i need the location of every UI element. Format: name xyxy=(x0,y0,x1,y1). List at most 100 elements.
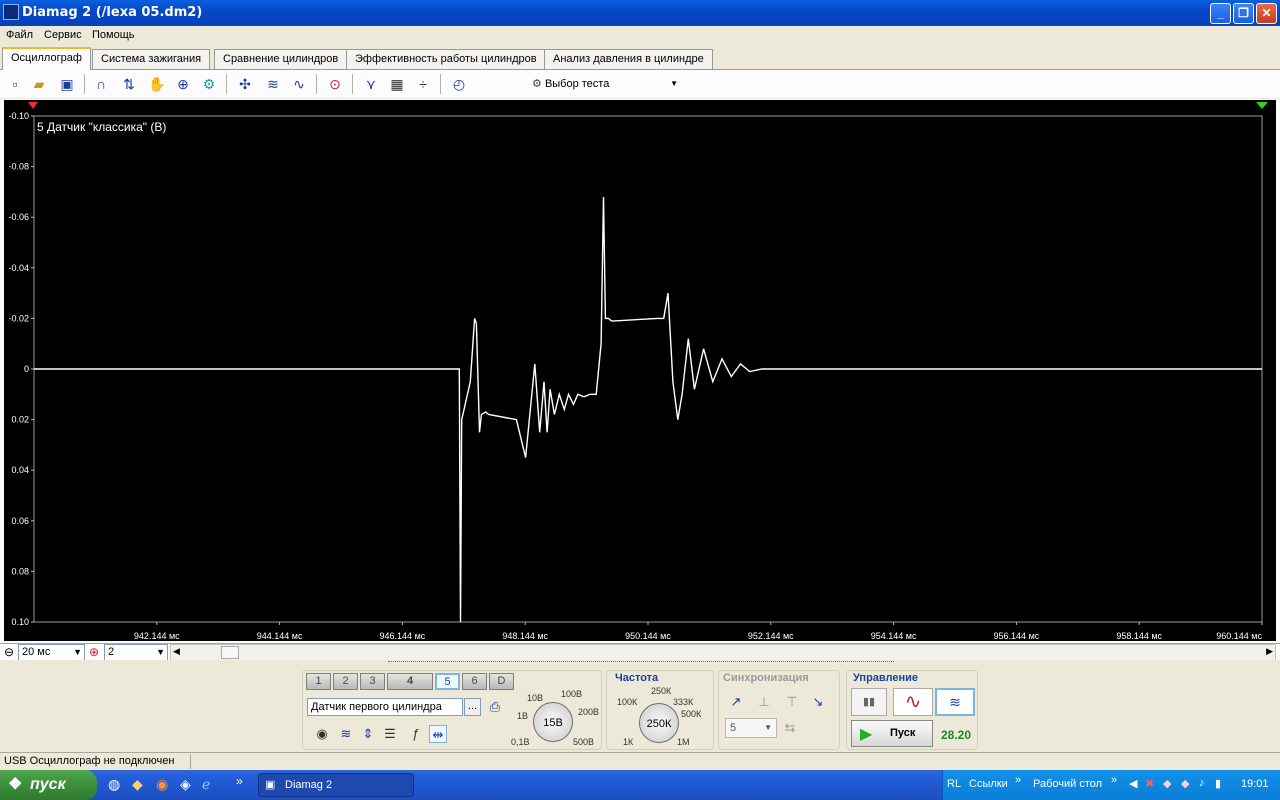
quicklaunch-icon[interactable]: ◆ xyxy=(132,776,143,793)
tray-icon[interactable]: ◆ xyxy=(1181,777,1189,790)
eye-icon[interactable]: ◉ xyxy=(313,725,331,743)
sensor-print-icon[interactable]: ⎙ xyxy=(486,698,504,716)
hand-icon[interactable]: ✋ xyxy=(146,73,168,95)
chevron-right-icon[interactable]: » xyxy=(1111,774,1117,786)
channel-button-6[interactable]: 6 xyxy=(462,673,487,690)
quicklaunch-icon[interactable]: ◈ xyxy=(180,776,191,793)
gear-icon: ⚙ xyxy=(532,78,542,90)
waves-icon[interactable]: ≋ xyxy=(262,73,284,95)
scroll-right-icon[interactable]: ▶ xyxy=(1266,646,1273,657)
scroll-left-icon[interactable]: ◀ xyxy=(173,646,180,657)
menu-file[interactable]: Файл xyxy=(6,29,33,41)
x-tick-label: 948.144 мс xyxy=(502,631,548,641)
status-text: USB Осциллограф не подключен xyxy=(4,755,175,767)
panel-splitter[interactable] xyxy=(388,661,894,666)
grid-icon[interactable]: ▦ xyxy=(386,73,408,95)
signal-strength-icon[interactable]: ▮ xyxy=(1215,777,1221,790)
sensor-browse-button[interactable]: ... xyxy=(464,698,481,716)
multi-wave-mode-icon[interactable]: ≋ xyxy=(935,688,975,716)
function-icon[interactable]: ƒ xyxy=(407,725,425,743)
desktop-toolbar[interactable]: Рабочий стол xyxy=(1033,778,1102,790)
scroll-thumb[interactable] xyxy=(221,646,239,659)
chevron-right-icon[interactable]: » xyxy=(1015,774,1021,786)
sync-arrows-icon[interactable]: ⇆ xyxy=(781,719,799,737)
invert-icon[interactable]: ≋ xyxy=(337,725,355,743)
channel-button-d[interactable]: D xyxy=(489,673,514,690)
auto-icon[interactable]: ⊙ xyxy=(324,73,346,95)
close-button[interactable]: ✕ xyxy=(1256,3,1277,24)
timebase-select[interactable]: 20 мс ▼ xyxy=(18,644,85,661)
start-button[interactable]: ▶ Пуск xyxy=(851,720,933,747)
filter-icon[interactable]: ⚙ xyxy=(198,73,220,95)
sync-down-icon[interactable]: ⊤ xyxy=(783,693,801,711)
lines-icon[interactable]: ☰ xyxy=(381,725,399,743)
chevron-right-icon[interactable]: » xyxy=(236,774,243,788)
toolbar-separator xyxy=(316,74,317,94)
channel-button-2[interactable]: 2 xyxy=(333,673,358,690)
status-bar: USB Осциллограф не подключен xyxy=(0,752,1280,770)
tab-ignition[interactable]: Система зажигания xyxy=(92,49,211,69)
maximize-button[interactable]: ❐ xyxy=(1233,3,1254,24)
voltage-knob[interactable]: 15В xyxy=(533,702,573,742)
vertical-scale-icon[interactable]: ⇕ xyxy=(359,725,377,743)
open-file-icon[interactable]: ▰ xyxy=(28,73,50,95)
frequency-knob[interactable]: 250К xyxy=(639,703,679,743)
zoom-out-icon[interactable]: ⊖ xyxy=(4,645,14,659)
channel-count-select[interactable]: 2 ▼ xyxy=(104,644,168,661)
sine-mode-icon[interactable]: ∿ xyxy=(893,688,933,716)
control-group: Управление ▮▮ ∿ ≋ ▶ Пуск 28.20 xyxy=(846,670,978,750)
ie-icon[interactable]: ℯ xyxy=(202,776,210,793)
title-bar: Diamag 2 (/lexa 05.dm2) _ ❐ ✕ xyxy=(0,0,1280,26)
cursor-icon[interactable]: ⇅ xyxy=(118,73,140,95)
menu-help[interactable]: Помощь xyxy=(92,29,135,41)
app-icon xyxy=(3,4,19,20)
channel-button-4[interactable]: 4 xyxy=(387,673,433,690)
tab-cylinder-efficiency[interactable]: Эффективность работы цилиндров xyxy=(346,49,546,69)
sync-channel-select[interactable]: 5 ▼ xyxy=(725,718,777,738)
pause-button[interactable]: ▮▮ xyxy=(851,688,887,716)
tray-icon[interactable]: ◆ xyxy=(1163,777,1171,790)
taskbar-task[interactable]: ▣ Diamag 2 xyxy=(258,773,414,797)
oscilloscope-chart[interactable]: -0.10 -0.08 -0.06 -0.04 -0.02 0 0.02 0.04 0.06 0.… xyxy=(0,99,1280,644)
tab-cylinder-compare[interactable]: Сравнение цилиндров xyxy=(214,49,348,69)
zoom-icon[interactable]: ⊕ xyxy=(172,73,194,95)
tab-oscilloscope[interactable]: Осциллограф xyxy=(2,47,91,70)
start-button-os[interactable]: ❖ пуск xyxy=(0,770,97,800)
scale-icon[interactable]: ✣ xyxy=(234,73,256,95)
horizontal-scrollbar[interactable]: ◀ ▶ xyxy=(170,644,1276,661)
links-toolbar[interactable]: Ссылки xyxy=(969,778,1008,790)
split-icon[interactable]: ÷ xyxy=(412,73,434,95)
sync-up-icon[interactable]: ⊥ xyxy=(755,693,773,711)
quicklaunch-icon[interactable]: ◍ xyxy=(108,776,120,793)
zoom-in-icon[interactable]: ⊕ xyxy=(89,645,99,659)
channel-button-3[interactable]: 3 xyxy=(360,673,385,690)
quicklaunch-icon[interactable]: ◉ xyxy=(156,776,168,793)
channel-button-1[interactable]: 1 xyxy=(306,673,331,690)
new-file-icon[interactable]: ▫ xyxy=(4,73,26,95)
sync-rise-icon[interactable]: ↗ xyxy=(727,693,745,711)
channel-button-5[interactable]: 5 xyxy=(435,673,460,690)
timebase-value: 20 мс xyxy=(22,646,51,658)
toolbar-separator xyxy=(84,74,85,94)
stopwatch-icon[interactable]: ◴ xyxy=(448,73,470,95)
language-indicator[interactable]: RL xyxy=(947,778,961,790)
cursor-mode-icon[interactable]: ⇹ xyxy=(429,725,447,743)
test-select-dropdown[interactable]: ⚙ Выбор теста ▼ xyxy=(528,73,684,95)
save-icon[interactable]: ▣ xyxy=(56,73,78,95)
y-tick-label: -0.06 xyxy=(8,212,29,222)
tab-pressure-analysis[interactable]: Анализ давления в цилиндре xyxy=(544,49,713,69)
sensor-field[interactable]: Датчик первого цилиндра xyxy=(307,698,463,716)
network-icon[interactable]: ✖ xyxy=(1145,777,1154,790)
speaker-icon[interactable]: ♪ xyxy=(1199,777,1205,789)
signal-icon[interactable]: ∩ xyxy=(90,73,112,95)
y-tick-label: -0.10 xyxy=(8,111,29,121)
freq-label: 333К xyxy=(673,697,694,707)
markers-icon[interactable]: ⋎ xyxy=(360,73,382,95)
sync-auto-icon[interactable]: ↘ xyxy=(809,693,827,711)
spectrum-icon[interactable]: ∿ xyxy=(288,73,310,95)
minimize-button[interactable]: _ xyxy=(1210,3,1231,24)
status-divider xyxy=(190,754,191,769)
tray-expand-icon[interactable]: ◀ xyxy=(1129,777,1137,790)
toolbar-separator xyxy=(352,74,353,94)
menu-service[interactable]: Сервис xyxy=(44,29,82,41)
